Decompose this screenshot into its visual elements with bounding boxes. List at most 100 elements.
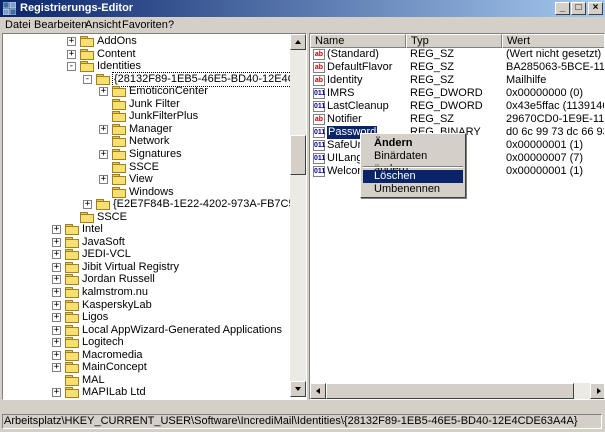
expand-icon[interactable]: +	[52, 388, 61, 398]
tree-item[interactable]: SSCE	[3, 161, 288, 174]
folder-icon	[65, 261, 79, 273]
expand-icon[interactable]: +	[99, 175, 108, 185]
tree-item[interactable]: - {28132F89-1EB5-46E5-BD40-12E4CDE63A4A}	[3, 71, 306, 87]
tree-item[interactable]: Network	[3, 135, 288, 148]
expand-icon[interactable]: +	[52, 325, 61, 335]
tree-item[interactable]: + Jordan Russell	[3, 273, 288, 286]
value-row[interactable]: ab Identity REG_SZ Mailhilfe	[310, 74, 604, 87]
tree-item[interactable]: + JEDI-VCL	[3, 248, 288, 261]
arrow-left-icon	[316, 388, 320, 394]
tree-item[interactable]: + KasperskyLab	[3, 299, 288, 312]
collapse-icon[interactable]: -	[83, 74, 92, 84]
values-scroll-thumb[interactable]	[326, 383, 574, 399]
column-header-value[interactable]: Wert	[502, 34, 604, 48]
collapse-icon[interactable]: -	[67, 62, 76, 72]
close-button[interactable]: ×	[588, 2, 603, 15]
expand-icon[interactable]: +	[99, 124, 108, 134]
tree-item[interactable]: + Ligos	[3, 311, 288, 324]
context-menu-item-aendern[interactable]: Ändern	[363, 137, 463, 150]
tree-item[interactable]: + Content	[3, 48, 288, 61]
expand-icon[interactable]: +	[52, 237, 61, 247]
tree-item-label: Ligos	[82, 311, 109, 324]
menu-datei[interactable]: Datei	[5, 18, 31, 32]
value-row[interactable]: 011 IMRS REG_DWORD 0x00000000 (0)	[310, 87, 604, 100]
expand-icon[interactable]: +	[52, 275, 61, 285]
tree-scroll-thumb[interactable]	[290, 135, 306, 175]
tree-item[interactable]: Junk Filter	[3, 98, 288, 111]
value-row[interactable]: abNotifier REG_SZ 29670CD0-1E9E-11d4-BB	[310, 113, 604, 126]
binary-value-icon: 011	[313, 88, 326, 99]
tree-item[interactable]: + {E2E7F84B-1E22-4202-973A-FB7C5960E76E}	[3, 198, 306, 211]
expand-icon[interactable]: +	[52, 338, 61, 348]
expand-icon[interactable]: +	[52, 313, 61, 323]
tree-item[interactable]: + Manager	[3, 123, 288, 136]
expand-icon[interactable]: +	[99, 87, 108, 97]
expand-icon[interactable]: +	[52, 262, 61, 272]
menu-favoriten[interactable]: Favoriten	[122, 18, 168, 32]
tree-item[interactable]: + Local AppWizard-Generated Applications	[3, 324, 288, 337]
value-row[interactable]: ab (Standard) REG_SZ (Wert nicht gesetzt)	[310, 48, 604, 61]
column-header-type[interactable]: Typ	[406, 34, 502, 48]
value-data: 0x00000000 (0)	[506, 87, 584, 99]
minimize-icon: _	[559, 2, 566, 13]
tree-item-label: Windows	[129, 185, 174, 198]
values-horizontal-scrollbar[interactable]	[310, 383, 604, 399]
context-menu-item-loeschen[interactable]: Löschen	[363, 170, 463, 183]
value-name: Identity	[327, 74, 363, 86]
folder-icon	[65, 374, 79, 386]
expand-icon[interactable]: +	[52, 288, 61, 297]
string-value-icon: ab	[313, 49, 325, 60]
menu-bearbeiten[interactable]: Bearbeiten	[34, 18, 87, 32]
tree-item[interactable]: + Macromedia	[3, 349, 288, 362]
tree-item[interactable]: JunkFilterPlus	[3, 110, 288, 123]
expand-icon[interactable]: +	[99, 149, 108, 159]
column-header-name[interactable]: Name	[310, 34, 406, 48]
key-tree-pane[interactable]: + AddOns + Content - Identities - {28132F89-1EB…	[2, 33, 307, 400]
tree-scroll-down-button[interactable]	[290, 381, 306, 397]
menu-ansicht[interactable]: Ansicht	[85, 18, 121, 32]
expand-icon[interactable]: +	[67, 37, 76, 46]
expand-icon[interactable]: +	[52, 250, 61, 260]
tree-item[interactable]: + EmoticonCenter	[3, 85, 288, 98]
context-menu-item-umbenennen[interactable]: Umbenennen	[363, 183, 463, 196]
tree-item[interactable]: + Logitech	[3, 336, 288, 349]
tree-item[interactable]: MAL	[3, 374, 288, 387]
tree-item[interactable]: + MainConcept	[3, 361, 288, 374]
tree-item[interactable]: - Identities	[3, 60, 288, 73]
tree-item[interactable]: + JavaSoft	[3, 236, 288, 249]
expand-icon[interactable]: +	[52, 225, 61, 235]
values-pane[interactable]: Name Typ Wert ab (Standard) REG_SZ (Wert ni…	[309, 33, 605, 400]
title-bar[interactable]: Registrierungs-Editor _ □ ×	[0, 0, 605, 17]
maximize-button[interactable]: □	[571, 2, 586, 15]
values-scroll-left-button[interactable]	[310, 383, 326, 399]
value-row[interactable]: 011 LastCleanup REG_DWORD 0x43e5ffac (11391…	[310, 100, 604, 113]
expand-icon[interactable]: +	[67, 49, 76, 59]
tree-item[interactable]: + Intel	[3, 223, 288, 236]
arrow-up-icon	[295, 40, 301, 44]
menu-help[interactable]: ?	[168, 18, 174, 32]
minimize-button[interactable]: _	[555, 2, 570, 15]
tree-item[interactable]: + AddOns	[3, 35, 288, 48]
tree-item[interactable]: + Jibit Virtual Registry	[3, 261, 288, 274]
context-menu-item-binaerdaten-aendern[interactable]: Binärdaten ändern	[363, 150, 463, 175]
tree-vertical-scrollbar[interactable]	[290, 34, 306, 397]
values-scroll-right-button[interactable]	[590, 383, 604, 399]
value-type: REG_DWORD	[410, 87, 483, 99]
folder-icon	[112, 111, 126, 123]
expand-icon[interactable]: +	[83, 200, 92, 210]
tree-scroll-up-button[interactable]	[290, 34, 306, 50]
folder-icon	[65, 224, 79, 236]
value-data: 0x00000001 (1)	[506, 139, 584, 151]
expand-icon[interactable]: +	[52, 300, 61, 310]
expand-icon[interactable]: +	[52, 350, 61, 360]
tree-item[interactable]: + Signatures	[3, 148, 288, 161]
value-row[interactable]: abDefaultFlavor REG_SZ BA285063-5BCE-11D4-…	[310, 61, 604, 74]
tree-item[interactable]: + kalmstrom.nu	[3, 286, 288, 299]
tree-item[interactable]: + View	[3, 173, 288, 186]
tree-item[interactable]: + MAPILab Ltd	[3, 386, 288, 399]
tree-item-label: JavaSoft	[82, 235, 125, 248]
expand-icon[interactable]: +	[52, 363, 61, 373]
tree-item[interactable]: Windows	[3, 186, 288, 199]
folder-icon	[65, 274, 79, 286]
tree-item[interactable]: SSCE	[3, 211, 288, 224]
